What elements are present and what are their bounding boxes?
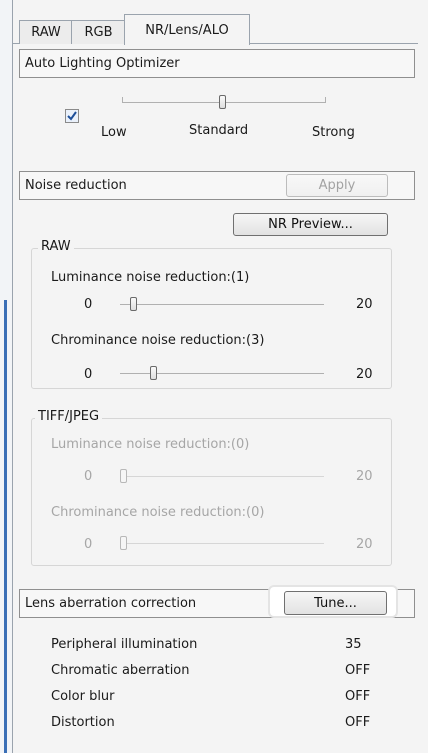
tiff-luminance-label: Luminance noise reduction:(0)	[51, 437, 250, 452]
lens-item-chromatic-label: Chromatic aberration	[51, 663, 190, 678]
tiff-luminance-min: 0	[84, 469, 93, 484]
raw-chrominance-min: 0	[84, 367, 93, 382]
tiff-chrominance-slider-thumb[interactable]	[120, 536, 127, 550]
alo-tick-low	[122, 97, 123, 102]
alo-section-header: Auto Lighting Optimizer	[19, 49, 415, 78]
tiff-chrominance-min: 0	[84, 537, 93, 552]
tab-rgb-label: RGB	[84, 25, 113, 40]
raw-chrominance-max: 20	[356, 367, 373, 382]
alo-low-label: Low	[101, 125, 127, 140]
raw-luminance-max: 20	[356, 297, 373, 312]
raw-luminance-min: 0	[84, 297, 93, 312]
tune-button[interactable]: Tune...	[284, 591, 387, 615]
tiff-chrominance-label: Chrominance noise reduction:(0)	[51, 505, 265, 520]
alo-tick-strong	[325, 97, 326, 102]
raw-chrominance-slider-thumb[interactable]	[150, 366, 157, 380]
tune-button-label: Tune...	[314, 595, 357, 611]
raw-group-legend: RAW	[38, 239, 74, 254]
lens-item-colorblur-label: Color blur	[51, 689, 115, 704]
apply-button-label: Apply	[318, 178, 356, 193]
lens-header-label: Lens aberration correction	[25, 596, 197, 611]
tiff-jpeg-group-legend: TIFF/JPEG	[35, 409, 103, 424]
raw-luminance-slider-track[interactable]	[120, 304, 324, 305]
lens-item-colorblur-value: OFF	[345, 689, 371, 704]
apply-button[interactable]: Apply	[286, 174, 388, 197]
raw-chrominance-label: Chrominance noise reduction:(3)	[51, 333, 265, 348]
alo-strong-label: Strong	[312, 125, 355, 140]
alo-slider-thumb[interactable]	[219, 95, 226, 109]
alo-standard-label: Standard	[189, 123, 249, 138]
tiff-chrominance-max: 20	[356, 537, 373, 552]
window-accent-bar	[4, 300, 7, 753]
noise-header-label: Noise reduction	[25, 178, 127, 193]
lens-item-distortion-label: Distortion	[51, 715, 115, 730]
tab-raw[interactable]: RAW	[19, 20, 73, 44]
tab-nr-lens-alo-label: NR/Lens/ALO	[145, 22, 229, 38]
checkmark-icon	[67, 111, 77, 121]
tab-raw-label: RAW	[31, 25, 61, 40]
lens-item-peripheral-value: 35	[345, 637, 362, 652]
tiff-luminance-max: 20	[356, 469, 373, 484]
alo-header-label: Auto Lighting Optimizer	[25, 56, 180, 71]
raw-luminance-slider-thumb[interactable]	[130, 297, 137, 311]
tiff-luminance-slider-thumb[interactable]	[120, 469, 127, 483]
lens-item-chromatic-value: OFF	[345, 663, 371, 678]
lens-item-distortion-value: OFF	[345, 715, 371, 730]
raw-luminance-label: Luminance noise reduction:(1)	[51, 270, 250, 285]
nr-preview-button[interactable]: NR Preview...	[233, 213, 388, 236]
tiff-chrominance-slider-track[interactable]	[120, 543, 324, 544]
lens-item-peripheral-label: Peripheral illumination	[51, 637, 198, 652]
alo-enable-checkbox[interactable]	[65, 109, 79, 123]
tab-rgb[interactable]: RGB	[71, 20, 126, 44]
tab-nr-lens-alo[interactable]: NR/Lens/ALO	[124, 14, 250, 45]
nr-preview-button-label: NR Preview...	[268, 217, 353, 232]
tiff-luminance-slider-track[interactable]	[120, 476, 324, 477]
